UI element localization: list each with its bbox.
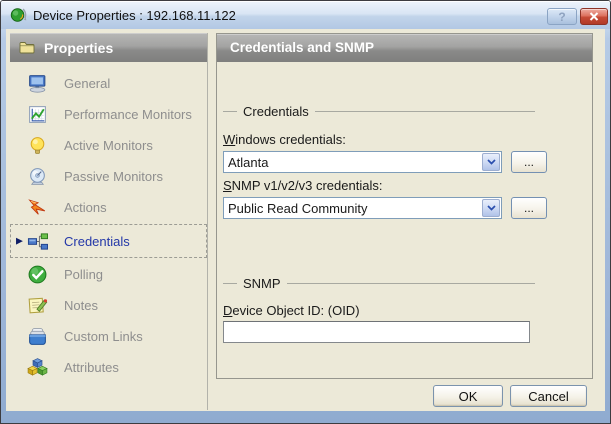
titlebar: Device Properties : 192.168.11.122 ? bbox=[1, 1, 610, 29]
snmp-group-legend: SNMP bbox=[223, 275, 535, 291]
sidebar-item-credentials[interactable]: ▶ Credentials bbox=[10, 224, 207, 258]
window-title: Device Properties : 192.168.11.122 bbox=[33, 7, 236, 23]
snmp-credentials-browse-button[interactable]: ... bbox=[511, 197, 547, 219]
sidebar-item-label: Passive Monitors bbox=[64, 169, 163, 184]
chart-icon bbox=[29, 106, 46, 123]
links-box-icon bbox=[29, 328, 46, 345]
green-check-icon bbox=[28, 265, 47, 284]
legend-line bbox=[286, 282, 535, 284]
monitor-icon bbox=[29, 75, 46, 93]
legend-line bbox=[223, 282, 237, 284]
properties-sidebar: Properties General Performance Monitors … bbox=[10, 33, 207, 383]
credentials-group-legend: Credentials bbox=[223, 103, 535, 119]
sidebar-item-label: Performance Monitors bbox=[64, 107, 192, 122]
chevron-down-icon bbox=[486, 159, 496, 165]
chevron-down-icon bbox=[486, 205, 496, 211]
sidebar-item-label: Active Monitors bbox=[64, 138, 153, 153]
device-properties-window: Device Properties : 192.168.11.122 ? Pro… bbox=[0, 0, 611, 424]
sidebar-item-label: Custom Links bbox=[64, 329, 143, 344]
windows-credentials-value: Atlanta bbox=[228, 154, 269, 170]
panel-header: Credentials and SNMP bbox=[217, 34, 592, 62]
credentials-legend-label: Credentials bbox=[243, 103, 309, 119]
snmp-legend-label: SNMP bbox=[243, 275, 281, 291]
sidebar-item-polling[interactable]: Polling bbox=[10, 259, 207, 290]
app-globe-icon bbox=[10, 8, 27, 22]
lightbulb-icon bbox=[30, 137, 45, 154]
sidebar-nav: General Performance Monitors Active Moni… bbox=[10, 68, 207, 383]
help-label: ? bbox=[558, 9, 566, 24]
sidebar-item-performance-monitors[interactable]: Performance Monitors bbox=[10, 99, 207, 130]
snmp-credentials-value: Public Read Community bbox=[228, 200, 368, 216]
windows-credentials-dropdown-button[interactable] bbox=[482, 153, 500, 171]
windows-credentials-browse-button[interactable]: ... bbox=[511, 151, 547, 173]
device-oid-label: Device Object ID: (OID) bbox=[223, 303, 360, 318]
sidebar-item-label: General bbox=[64, 76, 111, 91]
sidebar-item-label: Attributes bbox=[64, 360, 119, 375]
close-button[interactable] bbox=[580, 8, 608, 25]
selection-arrow-icon: ▶ bbox=[16, 235, 23, 246]
device-oid-input[interactable] bbox=[223, 321, 530, 343]
sidebar-item-label: Polling bbox=[64, 267, 104, 282]
close-x-icon bbox=[589, 12, 599, 21]
windows-credentials-select[interactable]: Atlanta bbox=[223, 151, 502, 173]
sidebar-item-label: Actions bbox=[64, 200, 107, 215]
snmp-credentials-dropdown-button[interactable] bbox=[482, 199, 500, 217]
sidebar-divider bbox=[207, 33, 208, 410]
sidebar-item-active-monitors[interactable]: Active Monitors bbox=[10, 130, 207, 161]
dialog-client-area: Properties General Performance Monitors … bbox=[6, 29, 605, 411]
sidebar-item-general[interactable]: General bbox=[10, 68, 207, 99]
sidebar-item-actions[interactable]: Actions bbox=[10, 192, 207, 223]
help-button[interactable]: ? bbox=[547, 8, 577, 25]
sidebar-header-label: Properties bbox=[44, 39, 114, 56]
legend-line bbox=[223, 110, 237, 112]
sidebar-item-attributes[interactable]: Attributes bbox=[10, 352, 207, 383]
sidebar-header: Properties bbox=[10, 33, 207, 62]
sidebar-item-notes[interactable]: Notes bbox=[10, 290, 207, 321]
sidebar-item-label: Notes bbox=[64, 298, 98, 313]
ok-button[interactable]: OK bbox=[433, 385, 503, 407]
orange-arrow-icon bbox=[28, 199, 46, 215]
cancel-button[interactable]: Cancel bbox=[510, 385, 587, 407]
windows-credentials-label: Windows credentials: bbox=[223, 132, 346, 147]
sidebar-item-custom-links[interactable]: Custom Links bbox=[10, 321, 207, 352]
notepad-icon bbox=[28, 297, 48, 314]
sidebar-item-passive-monitors[interactable]: Passive Monitors bbox=[10, 161, 207, 192]
sidebar-item-label: Credentials bbox=[64, 233, 130, 249]
legend-line bbox=[314, 110, 535, 112]
org-chart-icon bbox=[27, 232, 48, 250]
snmp-credentials-select[interactable]: Public Read Community bbox=[223, 197, 502, 219]
folder-icon bbox=[19, 42, 35, 54]
dish-icon bbox=[30, 168, 45, 185]
cubes-icon bbox=[27, 358, 48, 376]
credentials-snmp-panel: Credentials and SNMP Credentials Windows… bbox=[216, 33, 593, 379]
snmp-credentials-label: SNMP v1/v2/v3 credentials: bbox=[223, 178, 383, 193]
